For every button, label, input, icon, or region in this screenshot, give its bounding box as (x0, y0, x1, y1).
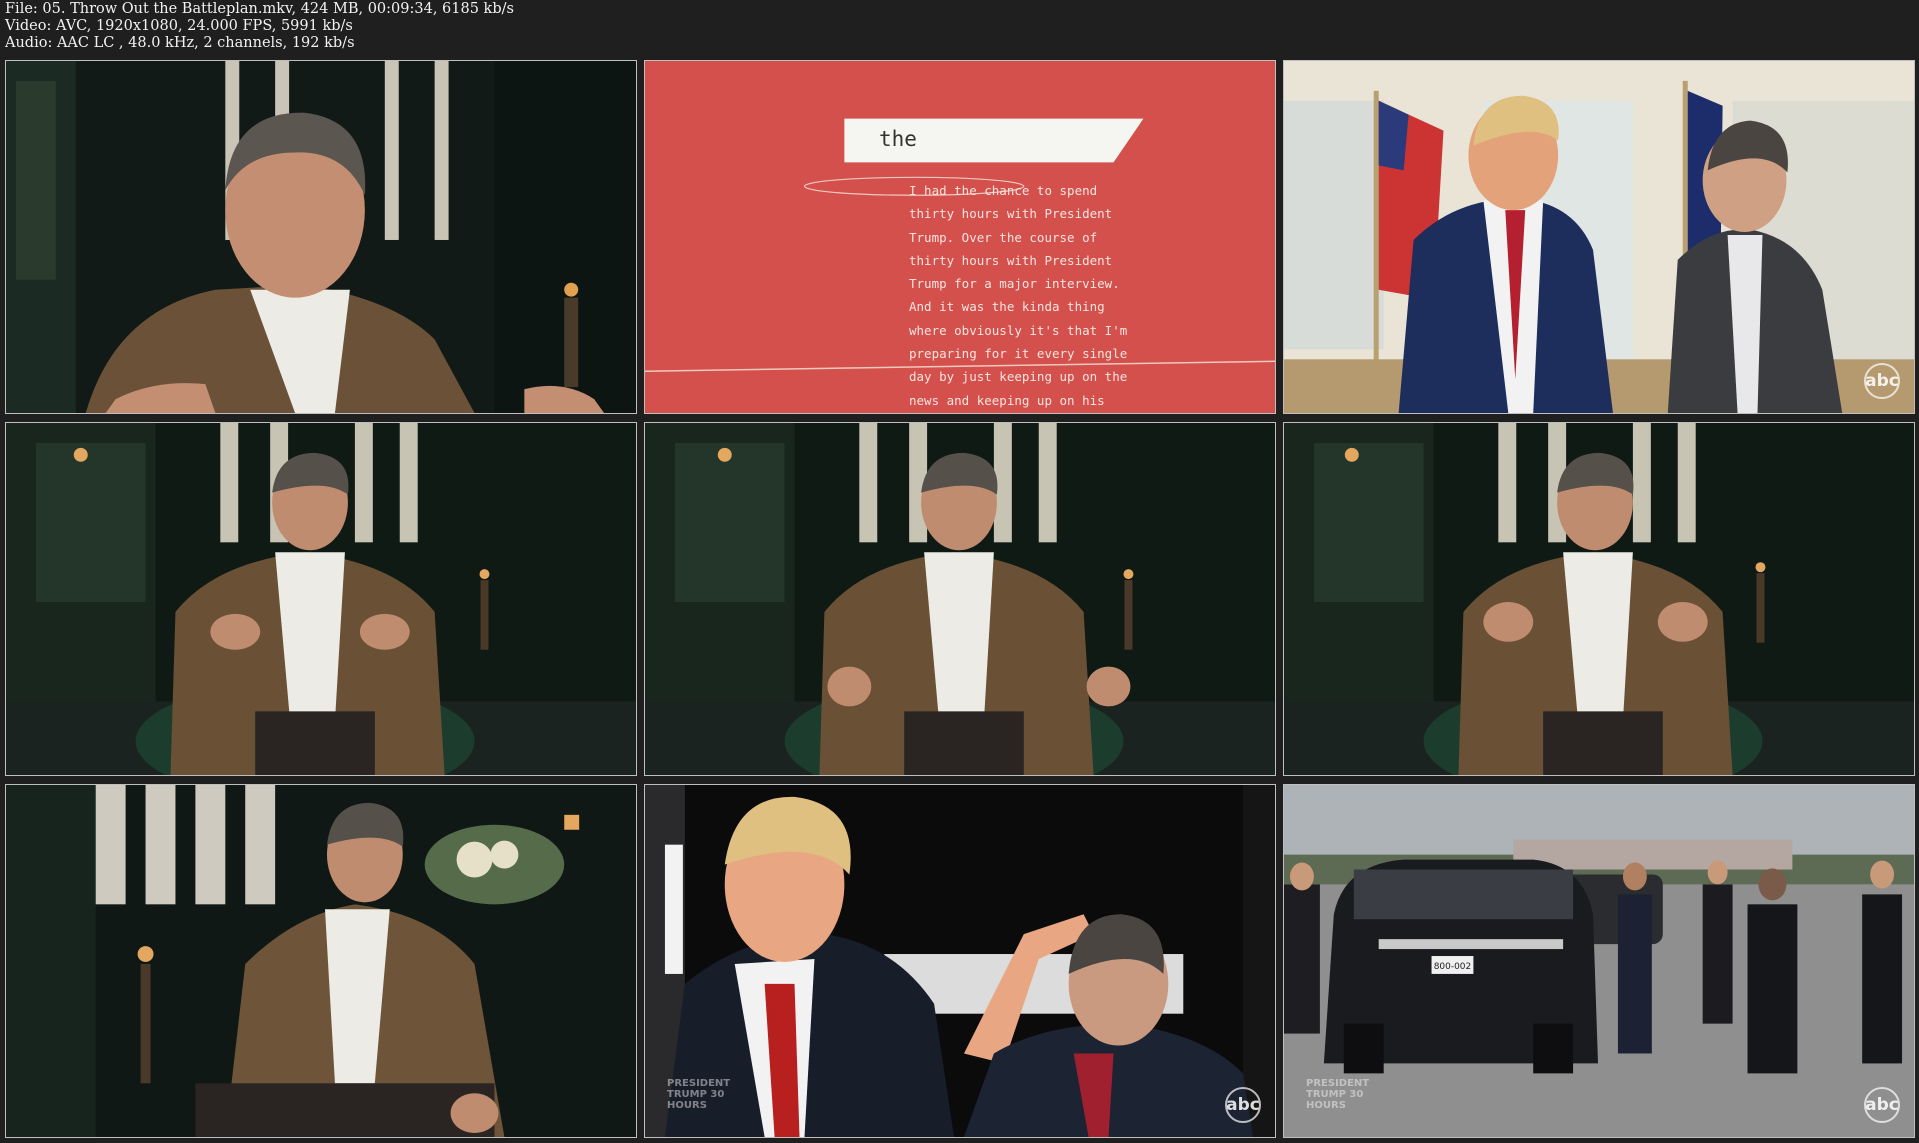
interview-closeup-frame (6, 61, 636, 413)
quote-line: day by just keeping up on the (909, 369, 1128, 385)
video-info-line: Video: AVC, 1920x1080, 24.000 FPS, 5991 … (5, 18, 353, 34)
audio-info-line: Audio: AAC LC , 48.0 kHz, 2 channels, 19… (5, 35, 355, 51)
quote-line: where obviously it's that I'm (909, 322, 1128, 338)
thumbnail-6[interactable] (1283, 422, 1915, 776)
network-logo: abc (1864, 1087, 1900, 1123)
thumbnail-grid: the I had the chance to spend thirty hou… (5, 60, 1915, 1138)
file-info-header: File: 05. Throw Out the Battleplan.mkv, … (5, 1, 514, 52)
interview-wide-frame (1284, 423, 1914, 775)
quote-line: Trump for a major interview. (909, 276, 1120, 292)
quote-line: Trump. Over the course of (909, 229, 1098, 245)
license-plate: 800-002 (1434, 962, 1471, 972)
quote-line: preparing for it every single (909, 346, 1128, 362)
quote-line: I had the chance to spend (909, 183, 1098, 198)
motorcade-frame: 800-002 (1284, 785, 1914, 1137)
quote-line: thirty hours with President (909, 206, 1113, 222)
thumbnail-4[interactable] (5, 422, 637, 776)
network-logo: abc (1864, 363, 1900, 399)
limousine-frame (645, 785, 1275, 1137)
interview-wide-frame (6, 423, 636, 775)
network-logo: abc (1225, 1087, 1261, 1123)
oval-office-frame (1284, 61, 1914, 413)
thumbnail-3[interactable]: abc (1283, 60, 1915, 414)
file-info-line: File: 05. Throw Out the Battleplan.mkv, … (5, 1, 514, 17)
thumbnail-9[interactable]: 800-002 PRESIDENT TRUMP 30 HOURS abc (1283, 784, 1915, 1138)
thumbnail-7[interactable] (5, 784, 637, 1138)
quote-line: news and keeping up on his (909, 392, 1105, 408)
show-watermark: PRESIDENT TRUMP 30 HOURS (667, 1078, 731, 1111)
quote-line: And it was the kinda thing (909, 299, 1105, 315)
thumbnail-2[interactable]: the I had the chance to spend thirty hou… (644, 60, 1276, 414)
quote-line: thirty hours with President (909, 252, 1113, 268)
typed-quote-text: I had the chance to spend thirty hours w… (909, 179, 1127, 412)
thumbnail-1[interactable] (5, 60, 637, 414)
thumbnail-8[interactable]: PRESIDENT TRUMP 30 HOURS abc (644, 784, 1276, 1138)
show-watermark: PRESIDENT TRUMP 30 HOURS (1306, 1078, 1370, 1111)
interview-side-frame (6, 785, 636, 1137)
title-card-word: the (879, 127, 917, 151)
thumbnail-5[interactable] (644, 422, 1276, 776)
interview-wide-frame (645, 423, 1275, 775)
